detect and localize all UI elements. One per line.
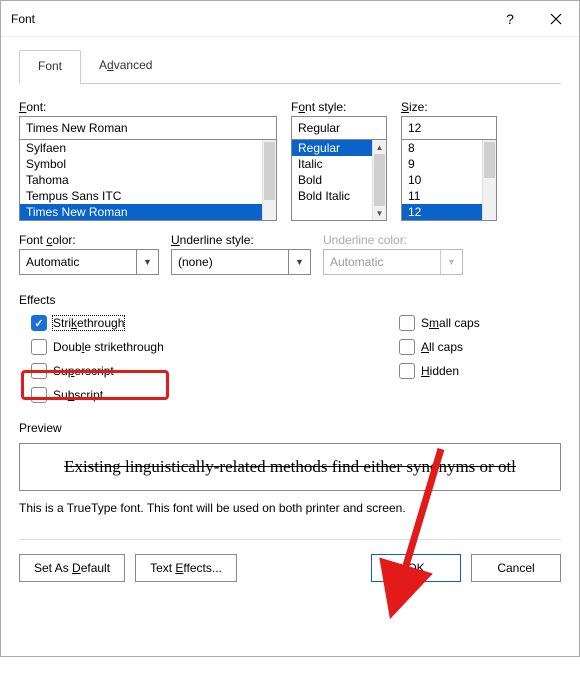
list-item[interactable]: Tempus Sans ITC bbox=[20, 188, 262, 204]
size-input[interactable] bbox=[401, 116, 497, 140]
list-item[interactable]: 11 bbox=[402, 188, 482, 204]
size-label: Size: bbox=[401, 100, 497, 114]
checkbox-small-caps[interactable]: Small caps bbox=[399, 315, 480, 331]
checkbox-superscript[interactable]: Superscript bbox=[31, 363, 399, 379]
checkbox-double-strikethrough-label: Double strikethrough bbox=[53, 340, 164, 354]
underline-color-combo: Automatic ▼ bbox=[323, 249, 463, 275]
ok-button[interactable]: OK bbox=[371, 554, 461, 582]
arrow-up-icon[interactable]: ▲ bbox=[373, 140, 386, 154]
font-color-value: Automatic bbox=[26, 255, 79, 269]
text-effects-button[interactable]: Text Effects... bbox=[135, 554, 237, 582]
font-listbox[interactable]: SylfaenSymbolTahomaTempus Sans ITCTimes … bbox=[19, 139, 277, 221]
size-scrollbar[interactable] bbox=[482, 140, 496, 220]
preview-label: Preview bbox=[19, 421, 561, 435]
list-item[interactable]: Bold Italic bbox=[292, 188, 372, 204]
font-style-listbox[interactable]: RegularItalicBoldBold Italic ▲ ▼ bbox=[291, 139, 387, 221]
list-item[interactable]: Regular bbox=[292, 140, 372, 156]
checkbox-superscript-label: Superscript bbox=[53, 364, 114, 378]
underline-color-label: Underline color: bbox=[323, 233, 463, 247]
font-label: Font: bbox=[19, 100, 277, 114]
underline-style-value: (none) bbox=[178, 255, 213, 269]
list-item[interactable]: Tahoma bbox=[20, 172, 262, 188]
checkbox-double-strikethrough[interactable]: Double strikethrough bbox=[31, 339, 399, 355]
chevron-down-icon: ▼ bbox=[288, 250, 310, 274]
preview-text: Existing linguistically-related methods … bbox=[64, 457, 516, 477]
font-color-combo[interactable]: Automatic ▼ bbox=[19, 249, 159, 275]
underline-style-label: Underline style: bbox=[171, 233, 311, 247]
size-listbox[interactable]: 89101112 bbox=[401, 139, 497, 221]
checkbox-all-caps-label: All caps bbox=[421, 340, 463, 354]
style-scrollbar[interactable]: ▲ ▼ bbox=[372, 140, 386, 220]
checkbox-hidden[interactable]: Hidden bbox=[399, 363, 480, 379]
close-icon bbox=[550, 13, 562, 25]
font-scrollbar[interactable] bbox=[262, 140, 276, 220]
tab-advanced[interactable]: Advanced bbox=[81, 50, 170, 84]
preview-box: Existing linguistically-related methods … bbox=[19, 443, 561, 491]
list-item[interactable]: Bold bbox=[292, 172, 372, 188]
chevron-down-icon: ▼ bbox=[136, 250, 158, 274]
preview-description: This is a TrueType font. This font will … bbox=[19, 501, 561, 515]
font-style-input[interactable] bbox=[291, 116, 387, 140]
list-item[interactable]: 8 bbox=[402, 140, 482, 156]
font-dialog: Font ? Font Advanced Font: SylfaenSymbol… bbox=[0, 0, 580, 657]
help-button[interactable]: ? bbox=[487, 1, 533, 37]
checkbox-subscript-label: Subscript bbox=[53, 388, 103, 402]
list-item[interactable]: 10 bbox=[402, 172, 482, 188]
checkbox-subscript[interactable]: Subscript bbox=[31, 387, 399, 403]
tab-advanced-label: Advanced bbox=[99, 58, 152, 72]
cancel-button[interactable]: Cancel bbox=[471, 554, 561, 582]
list-item[interactable]: Times New Roman bbox=[20, 204, 262, 220]
font-color-label: Font color: bbox=[19, 233, 159, 247]
list-item[interactable]: 9 bbox=[402, 156, 482, 172]
underline-color-value: Automatic bbox=[330, 255, 383, 269]
arrow-down-icon[interactable]: ▼ bbox=[373, 206, 386, 220]
list-item[interactable]: 12 bbox=[402, 204, 482, 220]
underline-style-combo[interactable]: (none) ▼ bbox=[171, 249, 311, 275]
chevron-down-icon: ▼ bbox=[440, 250, 462, 274]
checkbox-all-caps[interactable]: All caps bbox=[399, 339, 480, 355]
checkbox-small-caps-label: Small caps bbox=[421, 316, 480, 330]
list-item[interactable]: Italic bbox=[292, 156, 372, 172]
font-style-label: Font style: bbox=[291, 100, 387, 114]
list-item[interactable]: Symbol bbox=[20, 156, 262, 172]
checkbox-strikethrough-label: Strikethrough bbox=[53, 316, 124, 330]
font-input[interactable] bbox=[19, 116, 277, 140]
tab-font-label: Font bbox=[38, 59, 62, 73]
close-button[interactable] bbox=[533, 1, 579, 37]
tab-bar: Font Advanced bbox=[19, 49, 561, 84]
tab-font[interactable]: Font bbox=[19, 50, 81, 84]
titlebar: Font ? bbox=[1, 1, 579, 37]
cancel-button-label: Cancel bbox=[497, 561, 534, 575]
checkbox-strikethrough[interactable]: ✓ Strikethrough bbox=[31, 315, 399, 331]
checkbox-hidden-label: Hidden bbox=[421, 364, 459, 378]
ok-button-label: OK bbox=[407, 561, 424, 575]
list-item[interactable]: Sylfaen bbox=[20, 140, 262, 156]
checkmark-icon: ✓ bbox=[31, 315, 47, 331]
set-as-default-button[interactable]: Set As Default bbox=[19, 554, 125, 582]
window-title: Font bbox=[11, 12, 35, 26]
effects-group-label: Effects bbox=[19, 293, 561, 307]
